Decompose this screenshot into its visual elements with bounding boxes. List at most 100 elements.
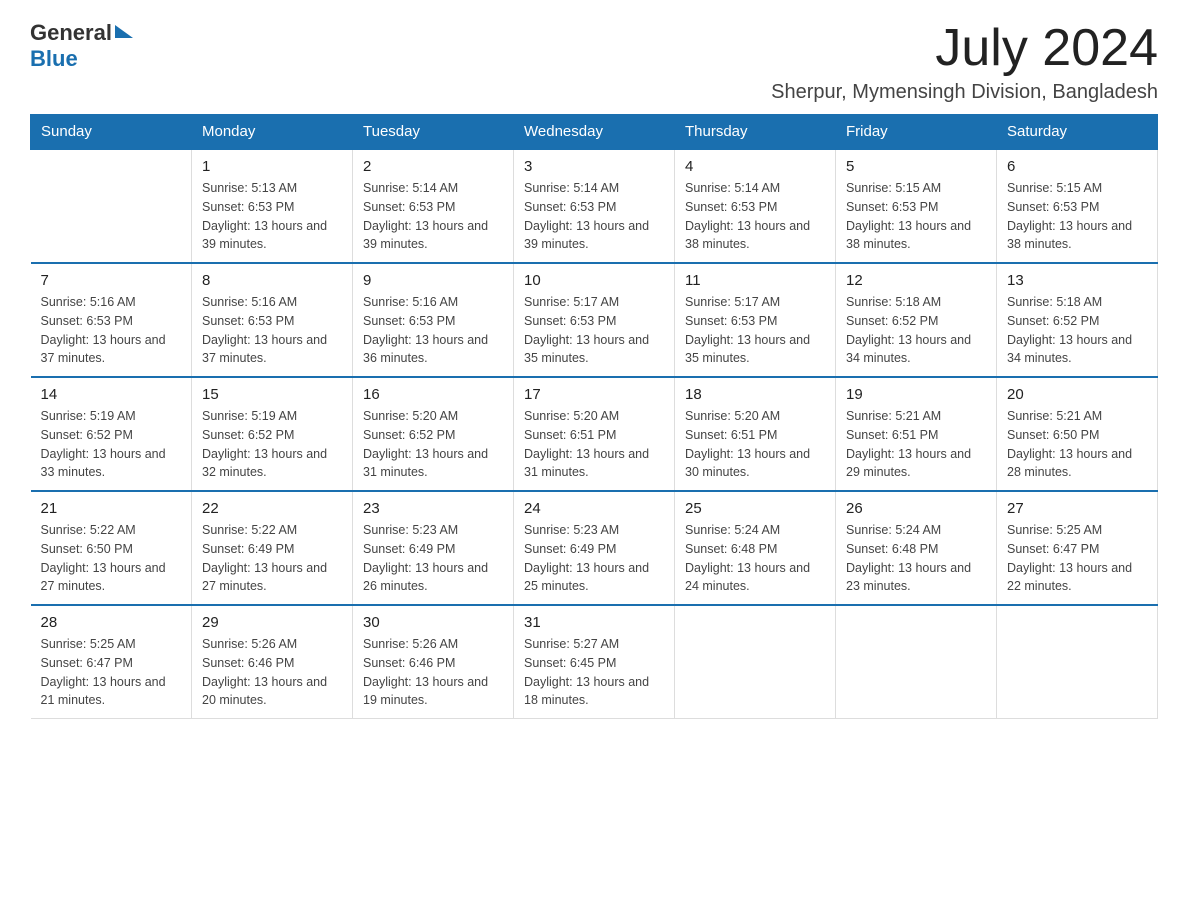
calendar-day-23: 23 Sunrise: 5:23 AMSunset: 6:49 PMDayligh… (353, 491, 514, 605)
day-info: Sunrise: 5:14 AMSunset: 6:53 PMDaylight:… (685, 179, 825, 254)
calendar-day-18: 18 Sunrise: 5:20 AMSunset: 6:51 PMDayligh… (675, 377, 836, 491)
day-info: Sunrise: 5:19 AMSunset: 6:52 PMDaylight:… (202, 407, 342, 482)
logo-blue-text: Blue (30, 46, 78, 72)
day-number: 28 (41, 614, 182, 631)
col-header-monday: Monday (192, 115, 353, 150)
day-number: 10 (524, 272, 664, 289)
calendar-day-17: 17Sunrise: 5:20 AMSunset: 6:51 PMDayligh… (514, 377, 675, 491)
day-info: Sunrise: 5:21 AMSunset: 6:50 PMDaylight:… (1007, 407, 1147, 482)
day-number: 18 (685, 386, 825, 403)
calendar-day-28: 28 Sunrise: 5:25 AMSunset: 6:47 PMDayligh… (31, 605, 192, 719)
col-header-saturday: Saturday (997, 115, 1158, 150)
empty-cell (675, 605, 836, 719)
day-info: Sunrise: 5:23 AMSunset: 6:49 PMDaylight:… (524, 521, 664, 596)
calendar-day-26: 26 Sunrise: 5:24 AMSunset: 6:48 PMDayligh… (836, 491, 997, 605)
calendar-day-13: 13 Sunrise: 5:18 AMSunset: 6:52 PMDayligh… (997, 263, 1158, 377)
day-number: 2 (363, 158, 503, 175)
day-info: Sunrise: 5:25 AMSunset: 6:47 PMDaylight:… (1007, 521, 1147, 596)
day-number: 23 (363, 500, 503, 517)
calendar-day-4: 4 Sunrise: 5:14 AMSunset: 6:53 PMDaylight… (675, 149, 836, 263)
calendar-table: SundayMondayTuesdayWednesdayThursdayFrid… (30, 114, 1158, 719)
calendar-day-21: 21Sunrise: 5:22 AMSunset: 6:50 PMDayligh… (31, 491, 192, 605)
day-info: Sunrise: 5:17 AMSunset: 6:53 PMDaylight:… (524, 293, 664, 368)
day-number: 25 (685, 500, 825, 517)
day-info: Sunrise: 5:26 AMSunset: 6:46 PMDaylight:… (202, 635, 342, 710)
day-info: Sunrise: 5:15 AMSunset: 6:53 PMDaylight:… (846, 179, 986, 254)
day-info: Sunrise: 5:22 AMSunset: 6:50 PMDaylight:… (41, 521, 182, 596)
day-number: 29 (202, 614, 342, 631)
day-number: 3 (524, 158, 664, 175)
day-info: Sunrise: 5:18 AMSunset: 6:52 PMDaylight:… (846, 293, 986, 368)
calendar-day-22: 22 Sunrise: 5:22 AMSunset: 6:49 PMDayligh… (192, 491, 353, 605)
month-year-title: July 2024 (771, 20, 1158, 77)
day-number: 20 (1007, 386, 1147, 403)
calendar-day-29: 29 Sunrise: 5:26 AMSunset: 6:46 PMDayligh… (192, 605, 353, 719)
day-number: 16 (363, 386, 503, 403)
day-info: Sunrise: 5:24 AMSunset: 6:48 PMDaylight:… (685, 521, 825, 596)
day-number: 1 (202, 158, 342, 175)
calendar-day-3: 3 Sunrise: 5:14 AMSunset: 6:53 PMDaylight… (514, 149, 675, 263)
day-info: Sunrise: 5:27 AMSunset: 6:45 PMDaylight:… (524, 635, 664, 710)
calendar-header-row: SundayMondayTuesdayWednesdayThursdayFrid… (31, 115, 1158, 150)
calendar-day-20: 20 Sunrise: 5:21 AMSunset: 6:50 PMDayligh… (997, 377, 1158, 491)
logo-general-text: General (30, 20, 112, 46)
calendar-day-5: 5Sunrise: 5:15 AMSunset: 6:53 PMDaylight… (836, 149, 997, 263)
calendar-week-3: 14Sunrise: 5:19 AMSunset: 6:52 PMDayligh… (31, 377, 1158, 491)
day-number: 4 (685, 158, 825, 175)
calendar-day-2: 2 Sunrise: 5:14 AMSunset: 6:53 PMDaylight… (353, 149, 514, 263)
calendar-week-5: 28 Sunrise: 5:25 AMSunset: 6:47 PMDayligh… (31, 605, 1158, 719)
calendar-day-14: 14Sunrise: 5:19 AMSunset: 6:52 PMDayligh… (31, 377, 192, 491)
calendar-week-4: 21Sunrise: 5:22 AMSunset: 6:50 PMDayligh… (31, 491, 1158, 605)
calendar-day-25: 25 Sunrise: 5:24 AMSunset: 6:48 PMDayligh… (675, 491, 836, 605)
calendar-day-30: 30Sunrise: 5:26 AMSunset: 6:46 PMDayligh… (353, 605, 514, 719)
day-info: Sunrise: 5:23 AMSunset: 6:49 PMDaylight:… (363, 521, 503, 596)
calendar-day-10: 10 Sunrise: 5:17 AMSunset: 6:53 PMDayligh… (514, 263, 675, 377)
day-info: Sunrise: 5:17 AMSunset: 6:53 PMDaylight:… (685, 293, 825, 368)
day-info: Sunrise: 5:16 AMSunset: 6:53 PMDaylight:… (202, 293, 342, 368)
day-info: Sunrise: 5:14 AMSunset: 6:53 PMDaylight:… (524, 179, 664, 254)
empty-cell (997, 605, 1158, 719)
logo-arrow-icon (115, 25, 133, 38)
day-info: Sunrise: 5:22 AMSunset: 6:49 PMDaylight:… (202, 521, 342, 596)
day-number: 13 (1007, 272, 1147, 289)
calendar-day-27: 27 Sunrise: 5:25 AMSunset: 6:47 PMDayligh… (997, 491, 1158, 605)
day-number: 24 (524, 500, 664, 517)
day-number: 6 (1007, 158, 1147, 175)
day-number: 31 (524, 614, 664, 631)
calendar-day-16: 16 Sunrise: 5:20 AMSunset: 6:52 PMDayligh… (353, 377, 514, 491)
day-info: Sunrise: 5:18 AMSunset: 6:52 PMDaylight:… (1007, 293, 1147, 368)
day-info: Sunrise: 5:15 AMSunset: 6:53 PMDaylight:… (1007, 179, 1147, 254)
calendar-day-31: 31 Sunrise: 5:27 AMSunset: 6:45 PMDayligh… (514, 605, 675, 719)
location-subtitle: Sherpur, Mymensingh Division, Bangladesh (771, 81, 1158, 104)
calendar-day-12: 12Sunrise: 5:18 AMSunset: 6:52 PMDayligh… (836, 263, 997, 377)
day-number: 8 (202, 272, 342, 289)
day-number: 9 (363, 272, 503, 289)
calendar-week-1: 1Sunrise: 5:13 AMSunset: 6:53 PMDaylight… (31, 149, 1158, 263)
day-info: Sunrise: 5:19 AMSunset: 6:52 PMDaylight:… (41, 407, 182, 482)
logo: General Blue (30, 20, 133, 72)
day-number: 22 (202, 500, 342, 517)
day-info: Sunrise: 5:16 AMSunset: 6:53 PMDaylight:… (363, 293, 503, 368)
calendar-day-15: 15 Sunrise: 5:19 AMSunset: 6:52 PMDayligh… (192, 377, 353, 491)
calendar-day-7: 7Sunrise: 5:16 AMSunset: 6:53 PMDaylight… (31, 263, 192, 377)
day-info: Sunrise: 5:14 AMSunset: 6:53 PMDaylight:… (363, 179, 503, 254)
day-number: 15 (202, 386, 342, 403)
day-number: 27 (1007, 500, 1147, 517)
day-info: Sunrise: 5:20 AMSunset: 6:52 PMDaylight:… (363, 407, 503, 482)
page-header: General Blue July 2024 Sherpur, Mymensin… (30, 20, 1158, 104)
day-number: 17 (524, 386, 664, 403)
empty-cell (31, 149, 192, 263)
calendar-day-8: 8 Sunrise: 5:16 AMSunset: 6:53 PMDaylight… (192, 263, 353, 377)
day-number: 26 (846, 500, 986, 517)
calendar-week-2: 7 Sunrise: 5:16 AMSunset: 6:53 PMDaylight… (31, 263, 1158, 377)
day-info: Sunrise: 5:24 AMSunset: 6:48 PMDaylight:… (846, 521, 986, 596)
title-block: July 2024 Sherpur, Mymensingh Division, … (771, 20, 1158, 104)
calendar-day-1: 1Sunrise: 5:13 AMSunset: 6:53 PMDaylight… (192, 149, 353, 263)
day-number: 19 (846, 386, 986, 403)
day-info: Sunrise: 5:26 AMSunset: 6:46 PMDaylight:… (363, 635, 503, 710)
day-number: 7 (41, 272, 182, 289)
calendar-day-11: 11Sunrise: 5:17 AMSunset: 6:53 PMDayligh… (675, 263, 836, 377)
day-info: Sunrise: 5:25 AMSunset: 6:47 PMDaylight:… (41, 635, 182, 710)
day-info: Sunrise: 5:20 AMSunset: 6:51 PMDaylight:… (685, 407, 825, 482)
col-header-thursday: Thursday (675, 115, 836, 150)
